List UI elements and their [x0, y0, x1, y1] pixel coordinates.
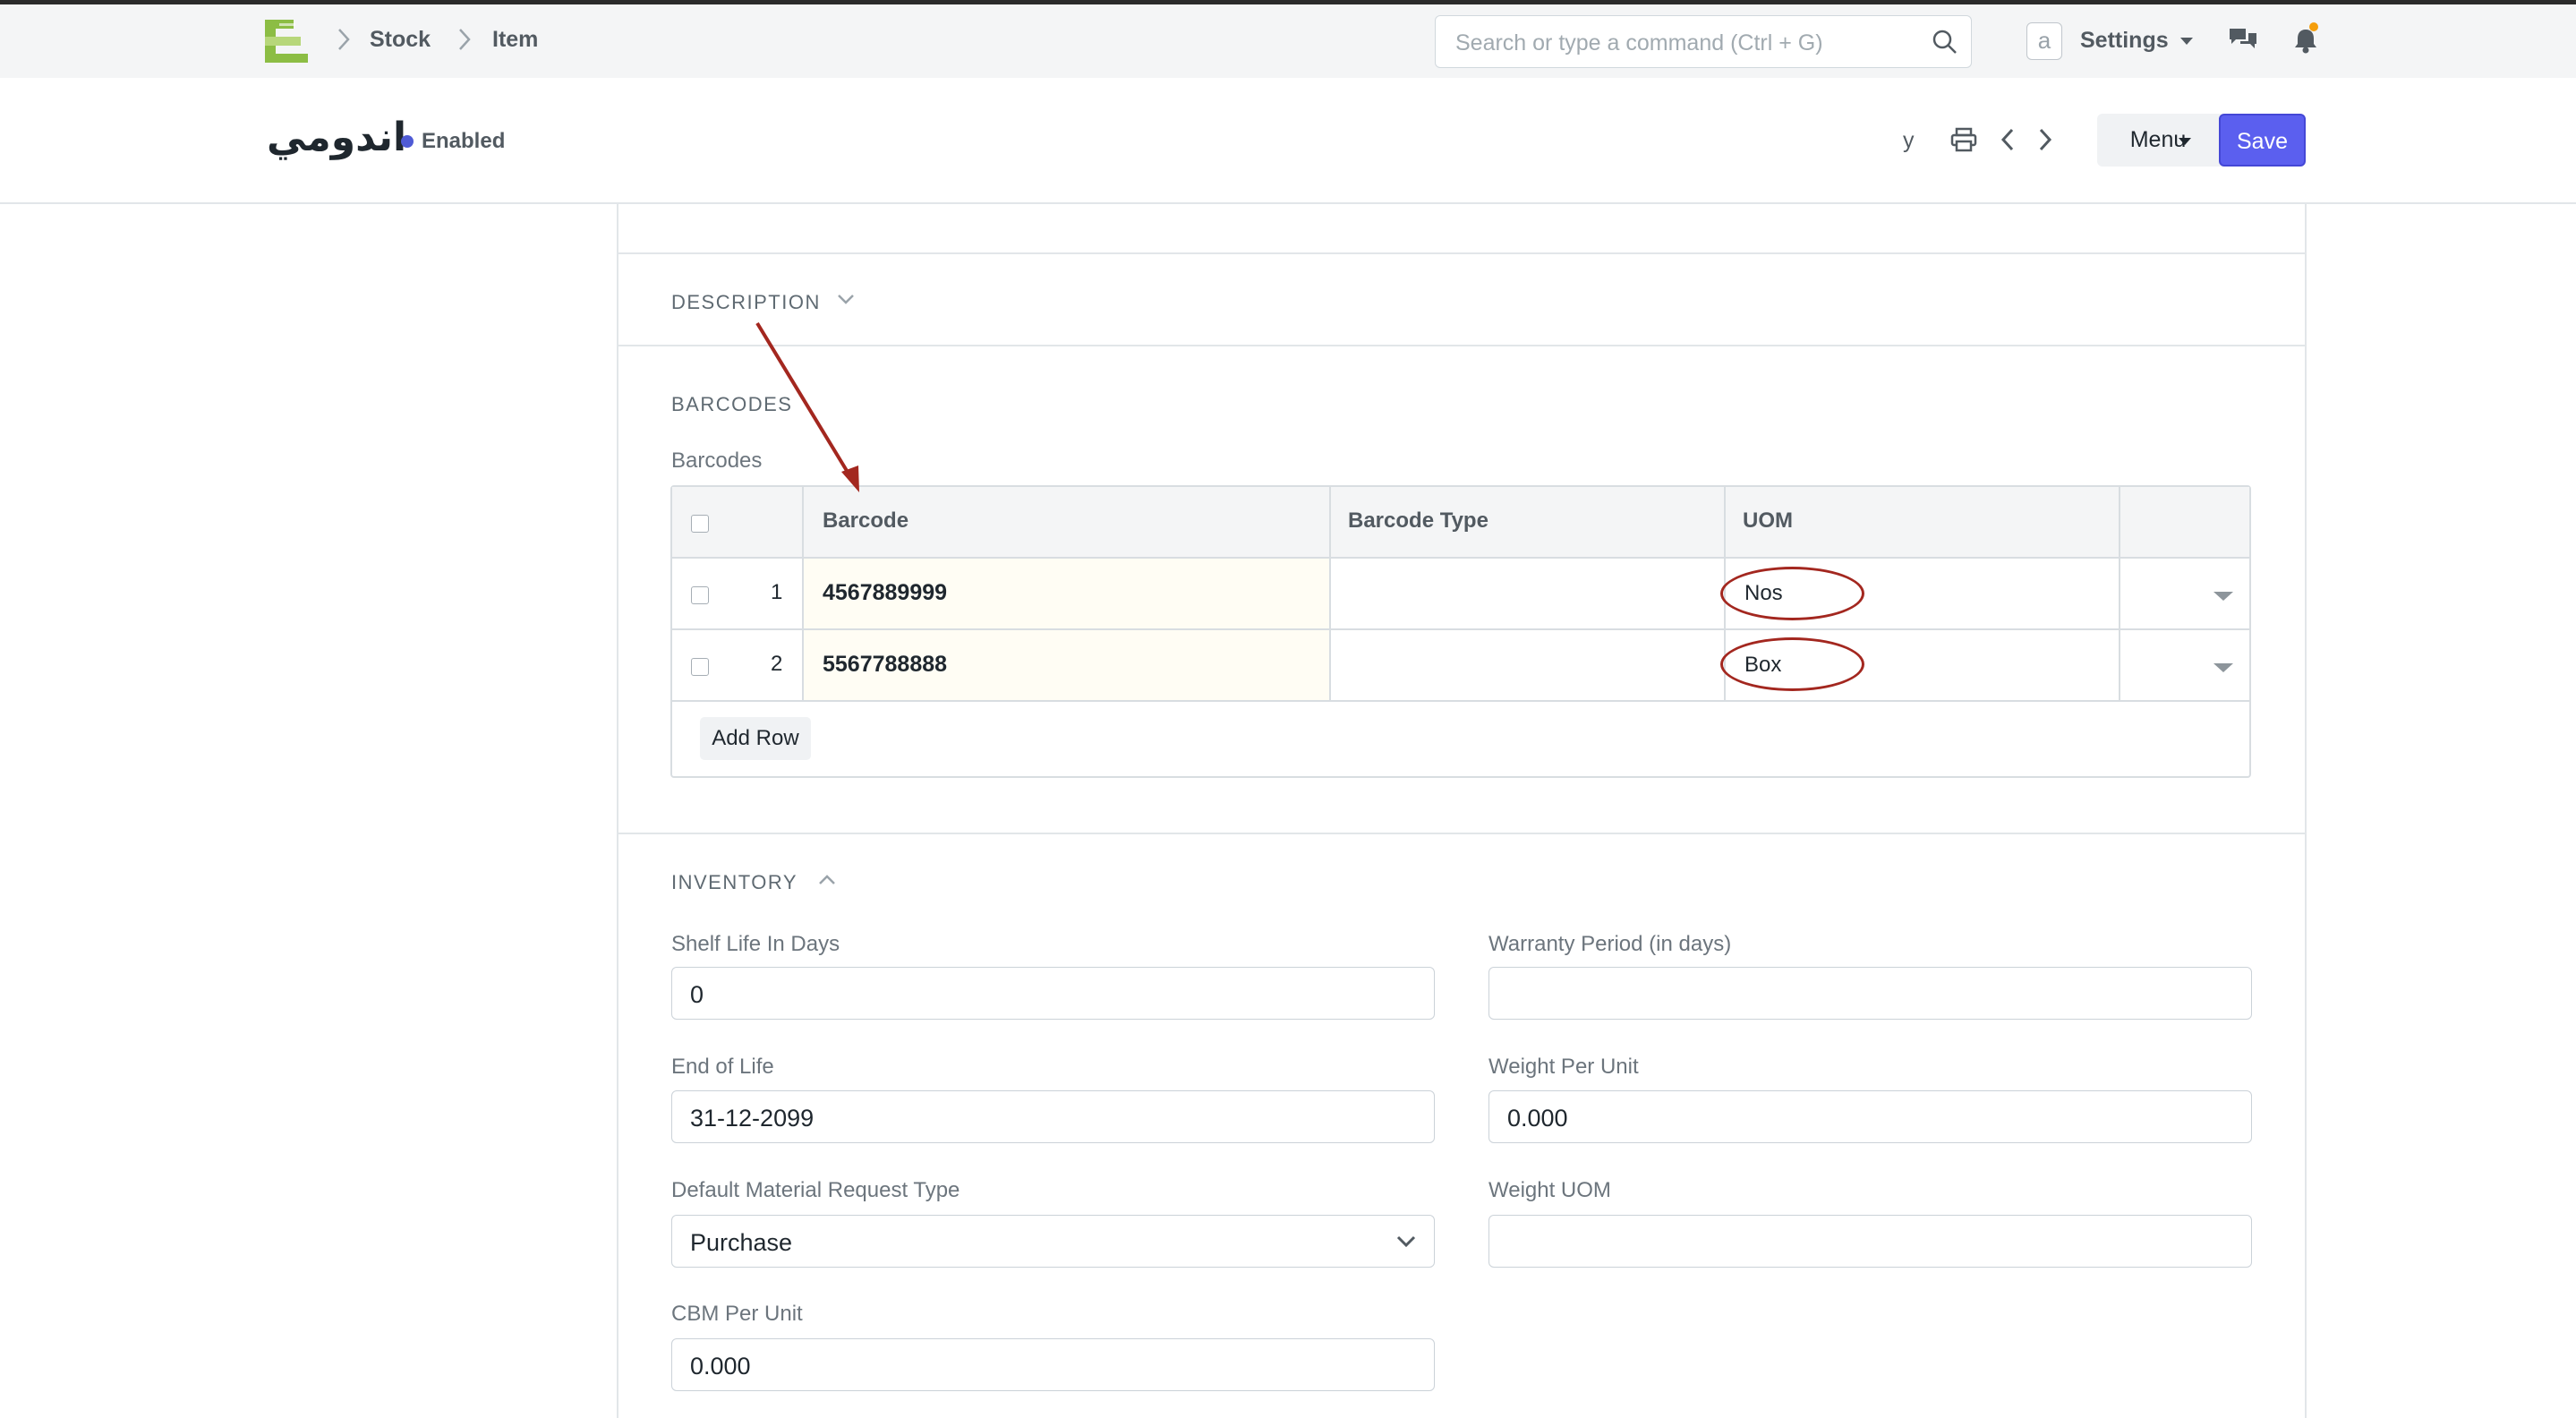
annotation-arrow [752, 318, 868, 501]
weight-per-unit-input[interactable]: 0.000 [1488, 1090, 2252, 1143]
chevron-up-icon[interactable] [817, 873, 837, 892]
annotation-ellipse [1720, 637, 1864, 691]
shelf-life-label: Shelf Life In Days [671, 932, 840, 956]
warranty-input[interactable] [1488, 967, 2252, 1020]
row-expand-icon[interactable] [2213, 592, 2233, 601]
column-divider [802, 487, 804, 702]
barcode-value: 4567889999 [823, 580, 948, 605]
warranty-label: Warranty Period (in days) [1488, 932, 1732, 956]
barcodes-table: Barcode Barcode Type UOM 1 4567889999 No… [670, 485, 2251, 778]
barcode-value: 5567788888 [823, 652, 948, 677]
column-header-uom: UOM [1743, 508, 1793, 533]
row-checkbox[interactable] [691, 586, 709, 604]
select-all-checkbox[interactable] [691, 515, 709, 533]
material-request-value: Purchase [690, 1229, 793, 1256]
row-index: 1 [771, 580, 783, 604]
chevron-down-icon [1395, 1234, 1417, 1253]
row-expand-icon[interactable] [2213, 663, 2233, 672]
cbm-label: CBM Per Unit [671, 1302, 803, 1326]
column-divider [2119, 487, 2120, 702]
material-request-select[interactable]: Purchase [671, 1215, 1435, 1268]
search-input[interactable]: Search or type a command (Ctrl + G) [1435, 15, 1972, 68]
section-description-head[interactable]: DESCRIPTION [671, 291, 821, 314]
breadcrumb-separator-icon [336, 26, 352, 60]
save-button[interactable]: Save [2219, 114, 2306, 167]
page-title: اندومي [267, 115, 407, 160]
cbm-value: 0.000 [690, 1353, 751, 1380]
weight-uom-label: Weight UOM [1488, 1178, 1611, 1202]
row-index: 2 [771, 652, 783, 676]
weight-per-unit-value: 0.000 [1507, 1105, 1568, 1132]
column-header-barcode-type: Barcode Type [1348, 508, 1488, 533]
status-indicator [401, 135, 414, 148]
app-logo[interactable] [265, 20, 310, 63]
breadcrumb-item[interactable]: Item [492, 27, 538, 53]
section-divider [617, 345, 2307, 346]
next-icon[interactable] [2036, 126, 2054, 158]
row-checkbox[interactable] [691, 658, 709, 676]
end-of-life-input[interactable]: 31-12-2099 [671, 1090, 1435, 1143]
weight-per-unit-label: Weight Per Unit [1488, 1055, 1639, 1079]
weight-uom-input[interactable] [1488, 1215, 2252, 1268]
chevron-down-icon [2180, 38, 2193, 45]
save-label: Save [2237, 129, 2288, 154]
viewer-initial: y [1903, 128, 1915, 153]
status-badge: Enabled [422, 129, 506, 153]
add-row-button[interactable]: Add Row [700, 717, 811, 760]
barcodes-label: Barcodes [671, 448, 763, 473]
breadcrumb-separator-icon [456, 26, 473, 60]
section-divider [617, 252, 2307, 254]
settings-dropdown[interactable]: Settings [2080, 28, 2169, 54]
print-icon[interactable] [1950, 127, 1977, 157]
search-placeholder: Search or type a command (Ctrl + G) [1455, 30, 1823, 56]
chat-icon[interactable] [2228, 27, 2258, 58]
settings-label: Settings [2080, 28, 2169, 53]
chevron-down-icon[interactable] [836, 292, 856, 311]
material-request-label: Default Material Request Type [671, 1178, 960, 1202]
end-of-life-label: End of Life [671, 1055, 774, 1079]
shelf-life-value: 0 [690, 981, 704, 1008]
search-icon [1932, 29, 1958, 60]
end-of-life-value: 31-12-2099 [690, 1105, 815, 1132]
avatar[interactable]: a [2026, 22, 2062, 60]
column-divider [1329, 487, 1331, 702]
menu-button[interactable]: Menu [2097, 114, 2237, 167]
previous-icon[interactable] [1999, 126, 2017, 158]
cbm-input[interactable]: 0.000 [671, 1338, 1435, 1391]
notification-bell-icon[interactable] [2292, 22, 2319, 59]
menu-label: Menu [2129, 127, 2187, 152]
chevron-down-icon [2179, 138, 2191, 145]
breadcrumb-stock[interactable]: Stock [370, 27, 431, 53]
column-header-barcode: Barcode [823, 508, 909, 533]
section-inventory-head[interactable]: INVENTORY [671, 871, 798, 894]
shelf-life-input[interactable]: 0 [671, 967, 1435, 1020]
section-divider [617, 833, 2307, 834]
annotation-ellipse [1720, 567, 1864, 620]
